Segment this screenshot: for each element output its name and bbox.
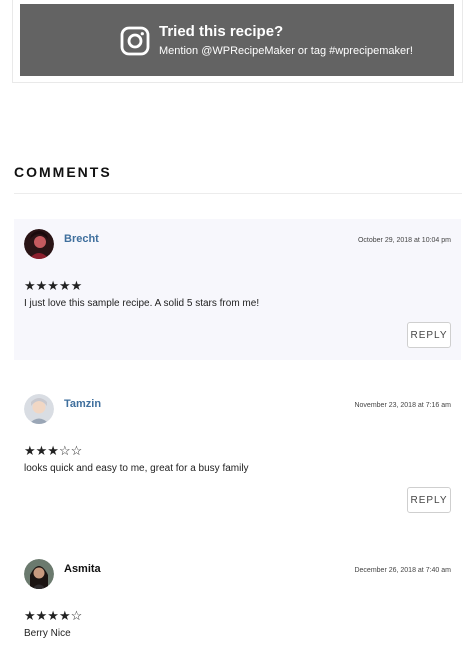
comment-text: Berry Nice (24, 628, 71, 639)
comment-text: looks quick and easy to me, great for a … (24, 463, 249, 474)
comment-item: Brecht October 29, 2018 at 10:04 pm ★★★★… (14, 219, 461, 360)
comment-author[interactable]: Brecht (64, 233, 99, 245)
comment-author[interactable]: Tamzin (64, 398, 101, 410)
star-rating: ★★★★☆ (24, 608, 83, 623)
banner-title: Tried this recipe? (159, 23, 284, 40)
banner-subtitle: Mention @WPRecipeMaker or tag #wprecipem… (159, 45, 413, 57)
avatar (24, 394, 54, 424)
reply-button[interactable]: REPLY (407, 322, 451, 348)
comments-heading: COMMENTS (14, 164, 112, 180)
comment-author: Asmita (64, 563, 101, 575)
page: Tried this recipe? Mention @WPRecipeMake… (0, 0, 474, 651)
instagram-icon[interactable] (120, 26, 150, 56)
reply-button[interactable]: REPLY (407, 487, 451, 513)
star-rating: ★★★★★ (24, 278, 83, 293)
avatar (24, 559, 54, 589)
avatar (24, 229, 54, 259)
comment-date[interactable]: November 23, 2018 at 7:16 am (354, 402, 451, 409)
comment-date[interactable]: December 26, 2018 at 7:40 am (354, 567, 451, 574)
comment-item: Asmita December 26, 2018 at 7:40 am ★★★★… (14, 549, 461, 649)
comment-date[interactable]: October 29, 2018 at 10:04 pm (358, 237, 451, 244)
divider (14, 193, 462, 194)
comment-item: Tamzin November 23, 2018 at 7:16 am ★★★☆… (14, 384, 461, 524)
banner-text: Tried this recipe? Mention @WPRecipeMake… (159, 23, 413, 59)
star-rating: ★★★☆☆ (24, 443, 83, 458)
instagram-banner: Tried this recipe? Mention @WPRecipeMake… (20, 4, 454, 76)
comment-text: I just love this sample recipe. A solid … (24, 298, 260, 309)
